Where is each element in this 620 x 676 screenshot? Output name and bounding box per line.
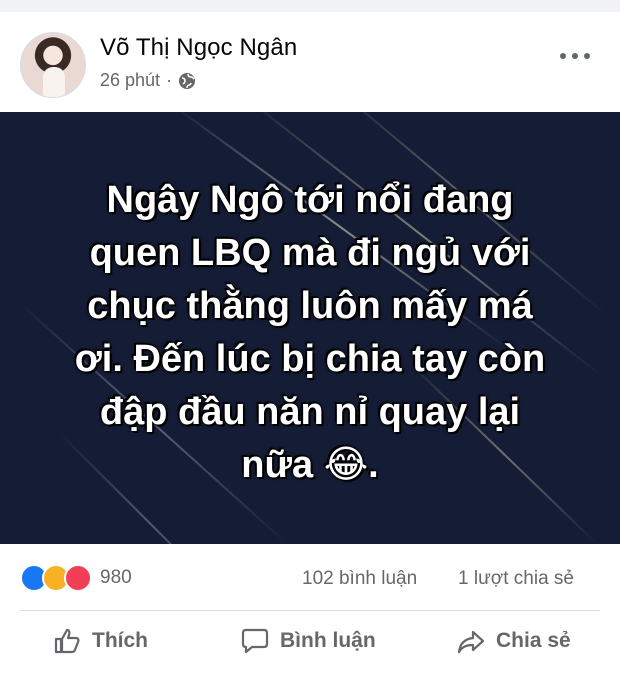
post-meta: 26 phút · [100,70,196,91]
post-actions: Thích Bình luận Chia sẻ [0,616,620,672]
top-gap [0,0,620,12]
share-button[interactable]: Chia sẻ [456,626,571,656]
shares-count-link[interactable]: 1 lượt chia sẻ [458,568,574,590]
share-icon [456,626,486,656]
like-button-label: Thích [92,629,148,652]
reaction-summary[interactable]: 980 [20,564,132,592]
divider [20,610,600,611]
comment-button-label: Bình luận [280,629,376,652]
like-button[interactable]: Thích [52,626,148,656]
image-quote-text: Ngây Ngô tới nổi đang quen LBQ mà đi ngủ… [74,179,546,486]
thumbs-up-icon [52,626,82,656]
reaction-count: 980 [100,567,132,588]
author-avatar[interactable] [20,32,86,98]
more-options-button[interactable] [560,48,602,64]
more-icon [560,53,566,59]
post-header: Võ Thị Ngọc Ngân 26 phút · [0,12,620,112]
post-time[interactable]: 26 phút [100,70,160,91]
comment-icon [240,626,270,656]
post-image[interactable]: Ngây Ngô tới nổi đang quen LBQ mà đi ngủ… [0,112,620,544]
post-stats: 980 102 bình luận 1 lượt chia sẻ [0,556,620,600]
meta-separator: · [166,70,173,90]
share-button-label: Chia sẻ [496,629,571,652]
author-name[interactable]: Võ Thị Ngọc Ngân [100,34,297,62]
globe-icon [178,72,196,90]
comments-count-link[interactable]: 102 bình luận [302,568,417,590]
comment-button[interactable]: Bình luận [240,626,376,656]
love-reaction-icon [64,564,92,592]
